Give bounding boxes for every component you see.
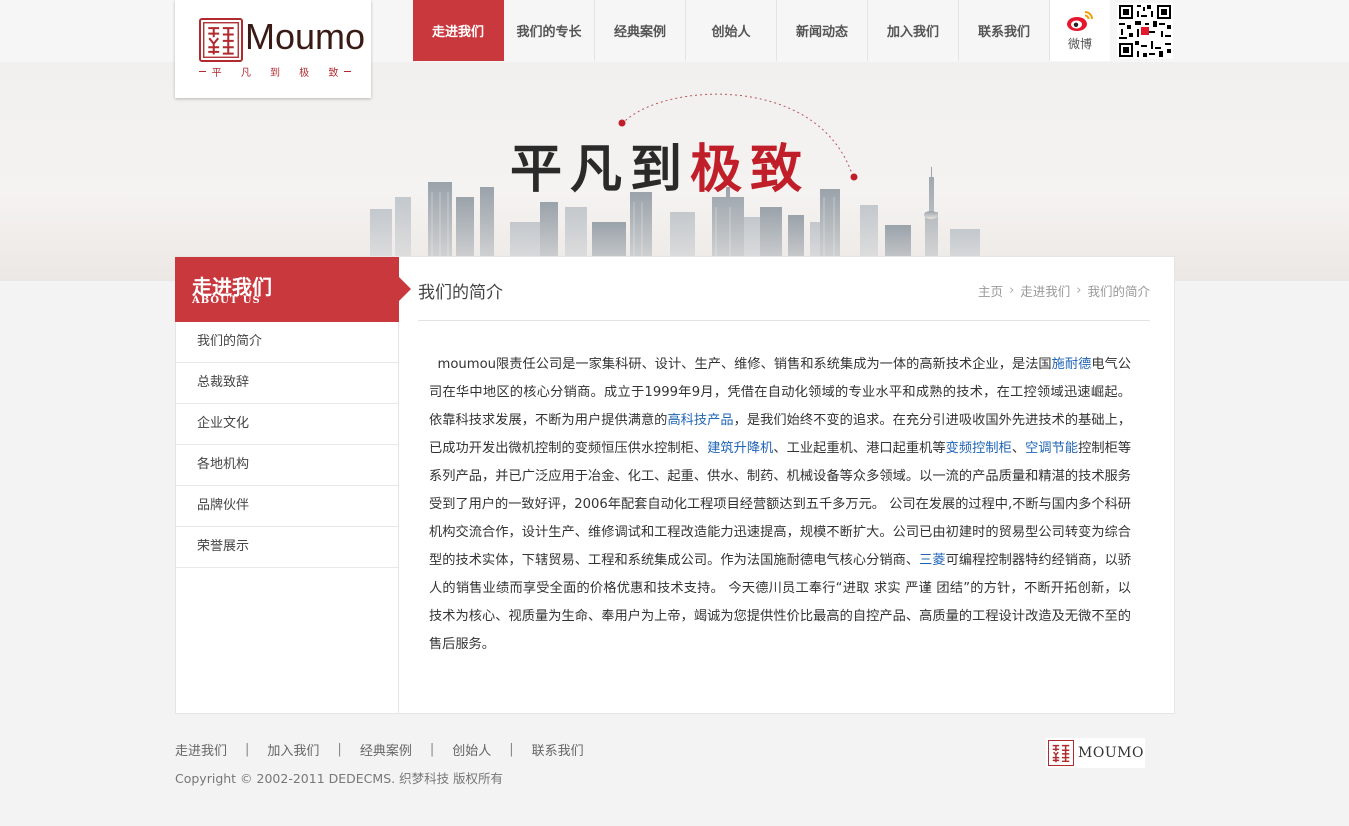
page-title: 我们的简介 — [418, 283, 503, 303]
link-construction-elevator[interactable]: 建筑升降机 — [707, 441, 773, 456]
copyright-text: Copyright © 2002-2011 DEDECMS. 织梦科技 版权所有 — [175, 771, 504, 786]
logo-wordmark: Moumo — [245, 16, 366, 57]
breadcrumb-about[interactable]: 走进我们 — [1020, 281, 1070, 300]
main-nav: 走进我们 我们的专长 经典案例 创始人 新闻动态 加入我们 联系我们 — [413, 0, 1050, 61]
sidebar-item-branches[interactable]: 各地机构 — [176, 445, 398, 486]
footer-link-join[interactable]: 加入我们 — [267, 740, 319, 759]
footer-logo[interactable]: MOUMO — [1046, 738, 1145, 768]
qr-code-icon — [1117, 3, 1173, 59]
footer-link-about[interactable]: 走进我们 — [175, 740, 227, 759]
footer-link-founder[interactable]: 创始人 — [452, 740, 491, 759]
nav-item-join[interactable]: 加入我们 — [868, 0, 959, 61]
weibo-icon — [1067, 10, 1093, 31]
chinese-seal-icon — [199, 18, 243, 62]
footer-links: 走进我们 | 加入我们 | 经典案例 | 创始人 | 联系我们 — [175, 740, 584, 759]
nav-item-founder[interactable]: 创始人 — [686, 0, 777, 61]
footer-separator: | — [509, 742, 514, 757]
footer-link-cases[interactable]: 经典案例 — [360, 740, 412, 759]
title-divider — [418, 320, 1150, 321]
footer-separator: | — [337, 742, 342, 757]
article-text: 控制柜等系列产品，并已广泛应用于冶金、化工、起重、供水、制药、机械设备等众多领域… — [429, 441, 1132, 568]
sidebar-item-culture[interactable]: 企业文化 — [176, 404, 398, 445]
article-text: 、工业起重机、港口起重机等 — [773, 441, 946, 456]
nav-item-expertise[interactable]: 我们的专长 — [504, 0, 595, 61]
link-schneider[interactable]: 施耐德 — [1052, 357, 1092, 372]
weibo-link[interactable]: 微博 — [1050, 0, 1110, 61]
link-high-tech-products[interactable]: 高科技产品 — [667, 413, 733, 428]
breadcrumb: 主页 › 走进我们 › 我们的简介 — [978, 281, 1150, 300]
footer-logo-wordmark: MOUMO — [1078, 745, 1144, 761]
sidebar-header: 走进我们 ABOUT US — [175, 257, 411, 322]
nav-item-contact[interactable]: 联系我们 — [959, 0, 1050, 61]
nav-item-about[interactable]: 走进我们 — [413, 0, 504, 61]
sidebar-item-ceo-message[interactable]: 总裁致辞 — [176, 363, 398, 404]
weibo-label: 微博 — [1067, 36, 1092, 51]
logo-tagline-text: 平 凡 到 极 致 — [211, 68, 347, 79]
sidebar-item-intro[interactable]: 我们的简介 — [176, 322, 398, 363]
article-body: moumou限责任公司是一家集科研、设计、生产、维修、销售和系统集成为一体的高新… — [429, 351, 1131, 659]
link-ac-energy-saving[interactable]: 空调节能 — [1025, 441, 1078, 456]
sidebar-item-partners[interactable]: 品牌伙伴 — [176, 486, 398, 527]
sidebar-menu: 我们的简介 总裁致辞 企业文化 各地机构 品牌伙伴 荣誉展示 — [176, 322, 398, 568]
article-text: 、 — [1011, 441, 1026, 456]
footer-link-contact[interactable]: 联系我们 — [532, 740, 584, 759]
breadcrumb-current[interactable]: 我们的简介 — [1087, 281, 1150, 300]
link-vfd-cabinet[interactable]: 变频控制柜 — [946, 441, 1012, 456]
nav-item-news[interactable]: 新闻动态 — [777, 0, 868, 61]
chevron-right-icon: › — [1076, 283, 1082, 298]
footer-separator: | — [245, 742, 250, 757]
article-text: moumou限责任公司是一家集科研、设计、生产、维修、销售和系统集成为一体的高新… — [437, 357, 1052, 372]
main-content: 我们的简介 主页 › 走进我们 › 我们的简介 moumou限责任公司是一家集科… — [399, 257, 1175, 713]
sidebar: 走进我们 ABOUT US 我们的简介 总裁致辞 企业文化 各地机构 品牌伙伴 … — [175, 257, 411, 713]
nav-item-cases[interactable]: 经典案例 — [595, 0, 686, 61]
sidebar-subtitle: ABOUT US — [192, 295, 261, 306]
chinese-seal-icon — [1048, 740, 1074, 766]
link-mitsubishi[interactable]: 三菱 — [919, 553, 946, 568]
footer-separator: | — [429, 742, 435, 757]
sidebar-item-honors[interactable]: 荣誉展示 — [176, 527, 398, 568]
logo-tagline: 平 凡 到 极 致 — [199, 64, 351, 79]
content-panel: 走进我们 ABOUT US 我们的简介 总裁致辞 企业文化 各地机构 品牌伙伴 … — [175, 256, 1175, 714]
chevron-right-icon: › — [1009, 283, 1015, 298]
site-logo[interactable]: Moumo 平 凡 到 极 致 — [175, 0, 371, 98]
breadcrumb-home[interactable]: 主页 — [978, 281, 1003, 300]
